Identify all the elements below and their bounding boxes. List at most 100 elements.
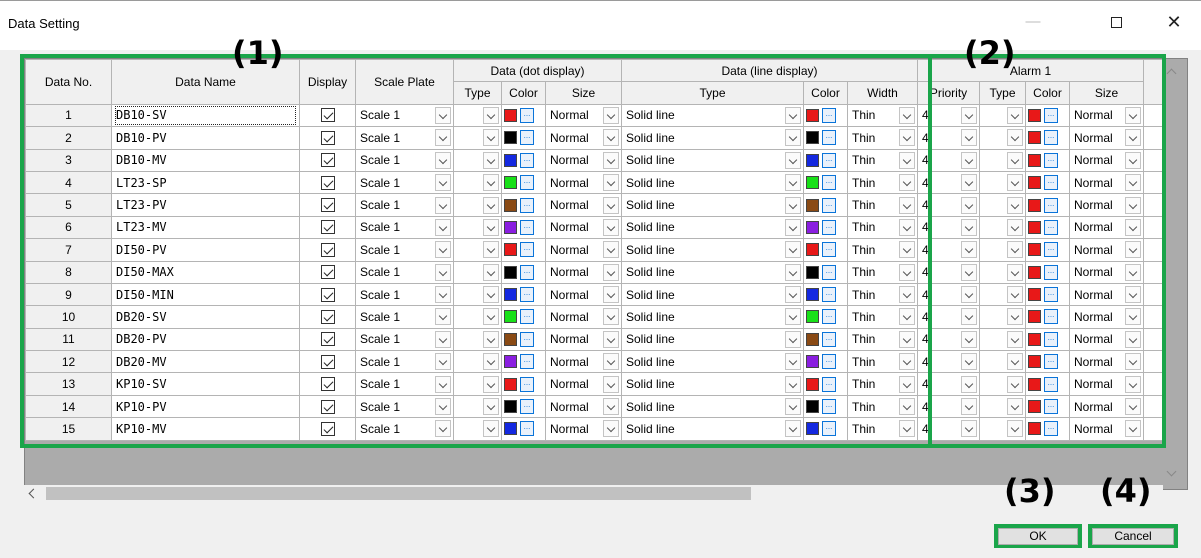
- chevron-down-icon[interactable]: [483, 106, 499, 124]
- line-width-select[interactable]: Thin: [847, 238, 918, 262]
- chevron-down-icon[interactable]: [483, 196, 499, 214]
- display-checkbox-cell[interactable]: [299, 215, 356, 240]
- scale-plate-select[interactable]: Scale 1: [355, 103, 454, 128]
- alarm-type-select[interactable]: [979, 350, 1026, 374]
- color-picker-button[interactable]: ...: [1044, 331, 1058, 347]
- chevron-down-icon[interactable]: [785, 375, 801, 393]
- color-picker-button[interactable]: ...: [822, 331, 836, 347]
- scale-plate-select[interactable]: Scale 1: [355, 417, 454, 441]
- scale-plate-select[interactable]: Scale 1: [355, 215, 454, 240]
- row-number[interactable]: 4: [25, 170, 112, 195]
- alarm-type-select[interactable]: [979, 372, 1026, 396]
- alarm-priority-select[interactable]: 4: [917, 394, 980, 419]
- line-type-select[interactable]: Solid line: [621, 372, 804, 396]
- dot-size-select[interactable]: Normal: [545, 372, 622, 396]
- chevron-down-icon[interactable]: [1125, 263, 1141, 281]
- color-picker-button[interactable]: ...: [822, 376, 836, 392]
- dot-size-select[interactable]: Normal: [545, 193, 622, 217]
- scale-plate-select[interactable]: Scale 1: [355, 394, 454, 419]
- display-checkbox-cell[interactable]: [299, 260, 356, 284]
- data-name-cell[interactable]: DB20-MV: [111, 350, 300, 374]
- chevron-down-icon[interactable]: [435, 398, 451, 416]
- chevron-down-icon[interactable]: [899, 286, 915, 304]
- display-checkbox[interactable]: [320, 377, 335, 392]
- chevron-down-icon[interactable]: [435, 330, 451, 348]
- alarm-type-select[interactable]: [979, 417, 1026, 441]
- alarm-size-select[interactable]: Normal: [1069, 417, 1144, 441]
- line-width-select[interactable]: Thin: [847, 126, 918, 150]
- chevron-down-icon[interactable]: [435, 174, 451, 192]
- dot-size-select[interactable]: Normal: [545, 260, 622, 284]
- chevron-down-icon[interactable]: [483, 375, 499, 393]
- color-picker-button[interactable]: ...: [1044, 354, 1058, 370]
- scale-plate-select[interactable]: Scale 1: [355, 305, 454, 329]
- display-checkbox-cell[interactable]: [299, 350, 356, 374]
- display-checkbox[interactable]: [320, 198, 335, 213]
- line-type-select[interactable]: Solid line: [621, 394, 804, 419]
- chevron-down-icon[interactable]: [961, 330, 977, 348]
- col-header-line-color[interactable]: Color: [803, 81, 848, 105]
- line-width-select[interactable]: Thin: [847, 260, 918, 284]
- chevron-down-icon[interactable]: [899, 151, 915, 169]
- alarm-type-select[interactable]: [979, 305, 1026, 329]
- data-name-cell[interactable]: DB10-MV: [111, 148, 300, 172]
- line-width-select[interactable]: Thin: [847, 327, 918, 352]
- line-color-cell[interactable]: ...: [803, 193, 848, 217]
- alarm-priority-select[interactable]: 4: [917, 305, 980, 329]
- color-picker-button[interactable]: ...: [822, 242, 836, 258]
- col-header-display[interactable]: Display: [299, 59, 356, 105]
- display-checkbox-cell[interactable]: [299, 394, 356, 419]
- line-type-select[interactable]: Solid line: [621, 282, 804, 307]
- alarm-color-cell[interactable]: ...: [1025, 193, 1070, 217]
- dot-size-select[interactable]: Normal: [545, 394, 622, 419]
- chevron-down-icon[interactable]: [483, 286, 499, 304]
- chevron-down-icon[interactable]: [961, 375, 977, 393]
- alarm-type-select[interactable]: [979, 170, 1026, 195]
- maximize-button[interactable]: [1093, 7, 1139, 37]
- row-number[interactable]: 3: [25, 148, 112, 172]
- chevron-down-icon[interactable]: [483, 151, 499, 169]
- vertical-scrollbar[interactable]: [1163, 58, 1180, 490]
- chevron-down-icon[interactable]: [785, 106, 801, 124]
- line-color-cell[interactable]: ...: [803, 417, 848, 441]
- alarm-priority-select[interactable]: 4: [917, 350, 980, 374]
- chevron-down-icon[interactable]: [1125, 420, 1141, 438]
- dot-type-select[interactable]: [453, 417, 502, 441]
- display-checkbox-cell[interactable]: [299, 193, 356, 217]
- chevron-down-icon[interactable]: [961, 151, 977, 169]
- display-checkbox-cell[interactable]: [299, 148, 356, 172]
- color-picker-button[interactable]: ...: [822, 175, 836, 191]
- horizontal-scrollbar[interactable]: [24, 485, 1163, 502]
- color-picker-button[interactable]: ...: [520, 354, 534, 370]
- color-picker-button[interactable]: ...: [520, 421, 534, 437]
- dot-color-cell[interactable]: ...: [501, 215, 546, 240]
- scale-plate-select[interactable]: Scale 1: [355, 193, 454, 217]
- line-width-select[interactable]: Thin: [847, 394, 918, 419]
- line-color-cell[interactable]: ...: [803, 103, 848, 128]
- row-number[interactable]: 12: [25, 350, 112, 374]
- dot-color-cell[interactable]: ...: [501, 394, 546, 419]
- chevron-down-icon[interactable]: [961, 106, 977, 124]
- chevron-down-icon[interactable]: [603, 398, 619, 416]
- dot-color-cell[interactable]: ...: [501, 350, 546, 374]
- color-picker-button[interactable]: ...: [1044, 107, 1058, 123]
- chevron-down-icon[interactable]: [785, 420, 801, 438]
- chevron-down-icon[interactable]: [899, 174, 915, 192]
- cancel-button[interactable]: Cancel: [1092, 528, 1174, 545]
- scale-plate-select[interactable]: Scale 1: [355, 372, 454, 396]
- alarm-color-cell[interactable]: ...: [1025, 148, 1070, 172]
- color-picker-button[interactable]: ...: [1044, 287, 1058, 303]
- chevron-down-icon[interactable]: [483, 218, 499, 236]
- chevron-down-icon[interactable]: [603, 308, 619, 326]
- alarm-priority-select[interactable]: 4: [917, 103, 980, 128]
- chevron-down-icon[interactable]: [603, 174, 619, 192]
- display-checkbox[interactable]: [320, 309, 335, 324]
- chevron-down-icon[interactable]: [435, 151, 451, 169]
- chevron-down-icon[interactable]: [483, 330, 499, 348]
- row-number[interactable]: 10: [25, 305, 112, 329]
- color-picker-button[interactable]: ...: [520, 197, 534, 213]
- color-picker-button[interactable]: ...: [1044, 399, 1058, 415]
- color-picker-button[interactable]: ...: [520, 399, 534, 415]
- col-header-alarm-type[interactable]: Type: [979, 81, 1026, 105]
- display-checkbox-cell[interactable]: [299, 327, 356, 352]
